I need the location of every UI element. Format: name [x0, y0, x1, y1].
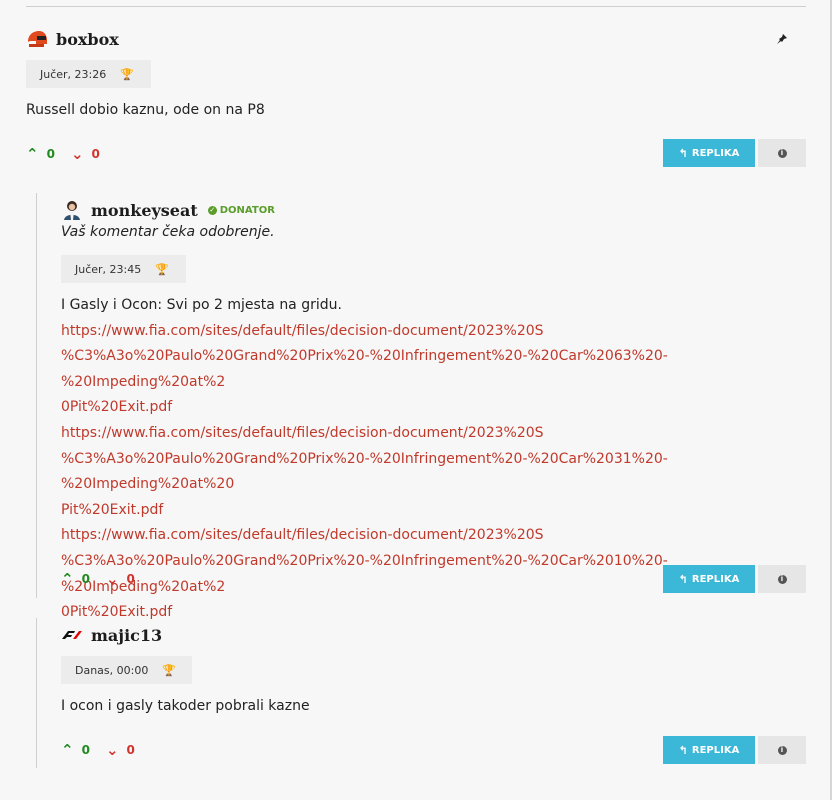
- chevron-up-icon: ⌃: [61, 570, 74, 588]
- downvote-button[interactable]: ⌄ 0: [71, 145, 100, 163]
- post-body-text: I Gasly i Ocon: Svi po 2 mjesta na gridu…: [61, 297, 342, 313]
- info-button[interactable]: i: [758, 565, 806, 593]
- link-line: 0Pit%20Exit.pdf: [61, 604, 173, 621]
- info-icon: i: [777, 574, 787, 584]
- downvote-button[interactable]: ⌄ 0: [106, 570, 135, 588]
- info-icon: i: [777, 745, 787, 755]
- trophy-icon[interactable]: 🏆: [155, 263, 169, 276]
- fia-document-link[interactable]: https://www.fia.com/sites/default/files/…: [61, 319, 811, 421]
- timestamp-text: Jučer, 23:26: [40, 67, 107, 81]
- post-author: majic13: [61, 624, 162, 646]
- username[interactable]: monkeyseat: [91, 201, 198, 220]
- pin-icon[interactable]: [776, 33, 788, 48]
- reply-arrow-icon: ↰: [678, 743, 688, 757]
- info-button[interactable]: i: [758, 139, 806, 167]
- vote-controls: ⌃ 0 ⌄ 0: [26, 145, 100, 163]
- reply-button[interactable]: ↰ REPLIKA: [663, 565, 755, 593]
- upvote-button[interactable]: ⌃ 0: [26, 145, 55, 163]
- thread-line: [36, 618, 37, 768]
- info-button[interactable]: i: [758, 736, 806, 764]
- chevron-down-icon: ⌄: [105, 741, 119, 759]
- upvote-button[interactable]: ⌃ 0: [61, 570, 90, 588]
- check-icon: ✓: [207, 205, 217, 215]
- timestamp-text: Jučer, 23:45: [75, 262, 142, 276]
- link-line: https://www.fia.com/sites/default/files/…: [61, 424, 544, 441]
- reply-label: REPLIKA: [691, 744, 740, 756]
- post-timestamp: Danas, 00:00 🏆: [61, 656, 192, 684]
- downvote-count: 0: [91, 147, 100, 161]
- post-timestamp: Jučer, 23:45 🏆: [61, 255, 186, 283]
- post-body: Russell dobio kaznu, ode on na P8: [26, 102, 265, 118]
- trophy-icon[interactable]: 🏆: [162, 664, 176, 677]
- post-body: I ocon i gasly takoder pobrali kazne: [61, 698, 310, 714]
- thread-line: [36, 193, 37, 598]
- chevron-up-icon: ⌃: [61, 741, 74, 759]
- upvote-count: 0: [46, 147, 55, 161]
- link-line: Pit%20Exit.pdf: [61, 501, 164, 518]
- fia-document-link[interactable]: https://www.fia.com/sites/default/files/…: [61, 421, 811, 523]
- link-line: 0Pit%20Exit.pdf: [61, 399, 173, 416]
- upvote-count: 0: [81, 743, 90, 757]
- link-line: %C3%A3o%20Paulo%20Grand%20Prix%20-%20Inf…: [61, 450, 668, 493]
- reply-label: REPLIKA: [691, 147, 740, 159]
- reply-label: REPLIKA: [691, 573, 740, 585]
- post-author: boxbox: [26, 28, 119, 50]
- person-avatar-icon[interactable]: [61, 199, 83, 221]
- downvote-button[interactable]: ⌄ 0: [106, 741, 135, 759]
- username[interactable]: majic13: [91, 626, 162, 645]
- chevron-up-icon: ⌃: [26, 145, 39, 163]
- downvote-count: 0: [126, 572, 135, 586]
- donator-badge: ✓ DONATOR: [207, 204, 275, 216]
- downvote-count: 0: [126, 743, 135, 757]
- reply-button[interactable]: ↰ REPLIKA: [663, 736, 755, 764]
- link-line: https://www.fia.com/sites/default/files/…: [61, 322, 544, 339]
- vote-controls: ⌃ 0 ⌄ 0: [61, 741, 135, 759]
- reply-arrow-icon: ↰: [678, 572, 688, 586]
- username[interactable]: boxbox: [56, 30, 119, 49]
- f1-logo-icon[interactable]: [61, 624, 83, 646]
- post-author: monkeyseat ✓ DONATOR: [61, 199, 275, 221]
- chevron-down-icon: ⌄: [70, 145, 84, 163]
- link-line: https://www.fia.com/sites/default/files/…: [61, 527, 544, 544]
- reply-button[interactable]: ↰ REPLIKA: [663, 139, 755, 167]
- pending-approval-note: Vaš komentar čeka odobrenje.: [61, 224, 275, 240]
- link-line: %C3%A3o%20Paulo%20Grand%20Prix%20-%20Inf…: [61, 348, 668, 390]
- trophy-icon[interactable]: 🏆: [120, 68, 134, 81]
- vote-controls: ⌃ 0 ⌄ 0: [61, 570, 135, 588]
- timestamp-text: Danas, 00:00: [75, 663, 149, 677]
- post-timestamp: Jučer, 23:26 🏆: [26, 60, 151, 88]
- badge-label: DONATOR: [219, 204, 275, 216]
- chevron-down-icon: ⌄: [105, 570, 119, 588]
- racing-helmet-icon[interactable]: [26, 28, 48, 50]
- divider: [26, 6, 806, 7]
- upvote-button[interactable]: ⌃ 0: [61, 741, 90, 759]
- upvote-count: 0: [81, 572, 90, 586]
- reply-arrow-icon: ↰: [678, 146, 688, 160]
- info-icon: i: [777, 148, 787, 158]
